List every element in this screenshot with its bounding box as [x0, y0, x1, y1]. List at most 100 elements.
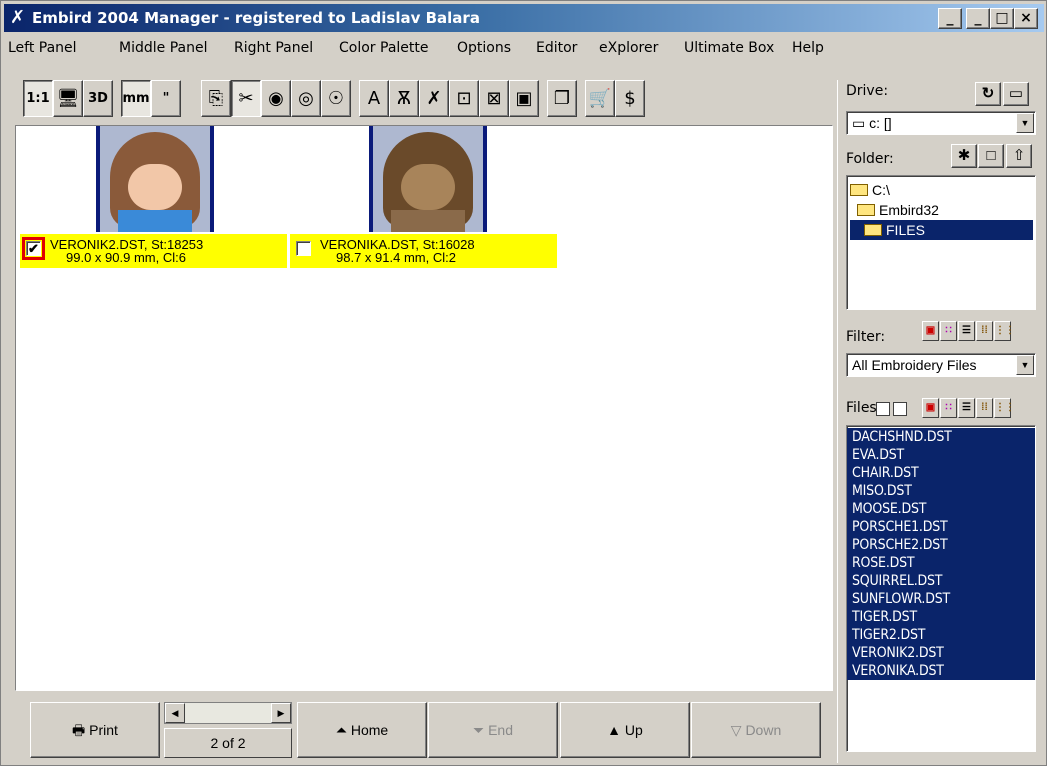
3d-view-button[interactable]: 3D	[83, 80, 113, 117]
filter-grid-icon[interactable]: ⁞⁞	[976, 321, 993, 341]
folder-item-selected[interactable]: FILES	[850, 220, 1033, 240]
menu-bar: Left Panel Middle Panel Right Panel Colo…	[4, 37, 1044, 59]
actual-size-button[interactable]: 1:1	[23, 80, 53, 117]
menu-color-palette[interactable]: Color Palette	[339, 40, 429, 56]
maximize-button[interactable]: □	[990, 8, 1014, 29]
close-button[interactable]: ×	[1014, 8, 1038, 29]
file-list-item[interactable]: ROSE.DST	[847, 554, 1035, 572]
view-with-grid-icon[interactable]: ✂	[231, 80, 261, 117]
frame-icon[interactable]: ▣	[509, 80, 539, 117]
file-list-item[interactable]: DACHSHND.DST	[847, 428, 1035, 446]
file-list-item[interactable]: SUNFLOWR.DST	[847, 590, 1035, 608]
end-button[interactable]: ⏷ End	[428, 702, 558, 758]
text-style-icon[interactable]: Ѫ	[389, 80, 419, 117]
copy-files-icon[interactable]: ❐	[547, 80, 577, 117]
files-checkbox-2[interactable]	[893, 402, 907, 416]
cross-stitch-icon[interactable]: ✗	[419, 80, 449, 117]
filter-list-icon[interactable]: ☰	[958, 321, 975, 341]
up-button[interactable]: ▲ Up	[560, 702, 690, 758]
up-label: Up	[624, 722, 643, 738]
filter-type-2-icon[interactable]: ∷	[940, 321, 957, 341]
camera-icon[interactable]: ⊡	[449, 80, 479, 117]
file-list[interactable]: DACHSHND.DST EVA.DST CHAIR.DST MISO.DST MOOS…	[846, 425, 1036, 752]
print-label: Print	[89, 722, 118, 738]
file-list-item[interactable]: CHAIR.DST	[847, 464, 1035, 482]
print-button[interactable]: 🖶 Print	[30, 702, 160, 758]
folder-up-icon[interactable]: ⇧	[1006, 144, 1032, 168]
filter-thumbs-icon[interactable]: ⋮⋮	[994, 321, 1015, 341]
shopping-cart-icon[interactable]: 🛒	[585, 80, 615, 117]
files-grid-icon[interactable]: ⁞⁞	[976, 398, 993, 418]
right-panel: Drive: ↻ ▭ ▭ c: [] ▼ Folder: ✱ □ ⇧ C:\ E…	[837, 80, 1042, 763]
file-list-item[interactable]: SQUIRREL.DST	[847, 572, 1035, 590]
page-indicator: 2 of 2	[164, 728, 292, 758]
design-caption-veronik2[interactable]: ✔ VERONIK2.DST, St:18253 99.0 x 90.9 mm,…	[20, 234, 287, 268]
select-checkbox-veronika[interactable]	[296, 241, 311, 256]
menu-editor[interactable]: Editor	[536, 40, 577, 56]
files-type-2-icon[interactable]: ∷	[940, 398, 957, 418]
drive-select[interactable]: ▭ c: [] ▼	[846, 111, 1036, 135]
home-button[interactable]: ⏶ Home	[297, 702, 427, 758]
file-list-item[interactable]: VERONIKA.DST	[847, 662, 1035, 680]
minimize-all-button[interactable]: _	[938, 8, 962, 29]
pattern-icon[interactable]: ⊠	[479, 80, 509, 117]
embird-needle-icon[interactable]: ✗	[10, 7, 30, 27]
view-eye-icon[interactable]: ◉	[261, 80, 291, 117]
title-bar[interactable]: ✗ Embird 2004 Manager - registered to La…	[4, 4, 1044, 32]
chevron-down-icon[interactable]: ▼	[1016, 355, 1034, 375]
text-lettering-button[interactable]: A	[359, 80, 389, 117]
filter-type-1-icon[interactable]: ▣	[922, 321, 939, 341]
menu-explorer[interactable]: eXplorer	[599, 40, 658, 56]
drive-info-icon[interactable]: ▭	[1003, 82, 1029, 106]
design-thumbnail-veronik2[interactable]	[96, 126, 214, 232]
file-list-item[interactable]: TIGER2.DST	[847, 626, 1035, 644]
view-eye-ruler-icon[interactable]: ◎	[291, 80, 321, 117]
file-list-item[interactable]: TIGER.DST	[847, 608, 1035, 626]
file-list-item[interactable]: PORSCHE1.DST	[847, 518, 1035, 536]
drive-icon: ▭	[852, 115, 870, 131]
imperial-units-button[interactable]: "	[151, 80, 181, 117]
folder-tree[interactable]: C:\ Embird32 FILES	[846, 175, 1036, 310]
scroll-left-arrow[interactable]: ◀	[165, 703, 185, 723]
folder-icon[interactable]: □	[978, 144, 1004, 168]
file-list-item[interactable]: PORSCHE2.DST	[847, 536, 1035, 554]
menu-middle-panel[interactable]: Middle Panel	[119, 40, 207, 56]
monitor-icon[interactable]: 🖥	[53, 80, 83, 117]
files-list-icon[interactable]: ☰	[958, 398, 975, 418]
down-button[interactable]: ▽ Down	[691, 702, 821, 758]
metric-units-button[interactable]: mm	[121, 80, 151, 117]
refresh-icon[interactable]: ↻	[975, 82, 1001, 106]
folder-item[interactable]: C:\	[850, 180, 890, 200]
open-folder-icon	[864, 224, 882, 236]
scroll-right-arrow[interactable]: ▶	[271, 703, 291, 723]
send-to-machine-icon[interactable]: ⎘	[201, 80, 231, 117]
thumbnail-view[interactable]: ✔ VERONIK2.DST, St:18253 99.0 x 90.9 mm,…	[15, 125, 833, 691]
menu-options[interactable]: Options	[457, 40, 511, 56]
new-folder-icon[interactable]: ✱	[951, 144, 977, 168]
file-list-item[interactable]: MISO.DST	[847, 482, 1035, 500]
file-list-item[interactable]: MOOSE.DST	[847, 500, 1035, 518]
money-bag-icon[interactable]: $	[615, 80, 645, 117]
app-window: ✗ Embird 2004 Manager - registered to La…	[0, 0, 1047, 766]
menu-right-panel[interactable]: Right Panel	[234, 40, 313, 56]
files-checkbox-1[interactable]	[876, 402, 890, 416]
select-checkbox-veronik2[interactable]: ✔	[22, 237, 45, 260]
design-thumbnail-veronika[interactable]	[369, 126, 487, 232]
menu-ultimate-box[interactable]: Ultimate Box	[684, 40, 774, 56]
minimize-button[interactable]: _	[966, 8, 990, 29]
chevron-down-icon[interactable]: ▼	[1016, 113, 1034, 133]
design-face	[128, 164, 182, 210]
file-list-item[interactable]: EVA.DST	[847, 446, 1035, 464]
folder-item[interactable]: Embird32	[857, 200, 939, 220]
files-type-1-icon[interactable]: ▣	[922, 398, 939, 418]
design-caption-veronika[interactable]: VERONIKA.DST, St:16028 98.7 x 91.4 mm, C…	[290, 234, 557, 268]
files-thumbs-icon[interactable]: ⋮⋮	[994, 398, 1015, 418]
menu-left-panel[interactable]: Left Panel	[8, 40, 77, 56]
page-scrollbar[interactable]: ◀ ▶	[164, 702, 292, 724]
filter-select[interactable]: All Embroidery Files ▼	[846, 353, 1036, 377]
design-face	[401, 164, 455, 210]
file-list-item[interactable]: VERONIK2.DST	[847, 644, 1035, 662]
view-realistic-icon[interactable]: ☉	[321, 80, 351, 117]
menu-help[interactable]: Help	[792, 40, 824, 56]
folder-name: C:\	[872, 182, 890, 198]
